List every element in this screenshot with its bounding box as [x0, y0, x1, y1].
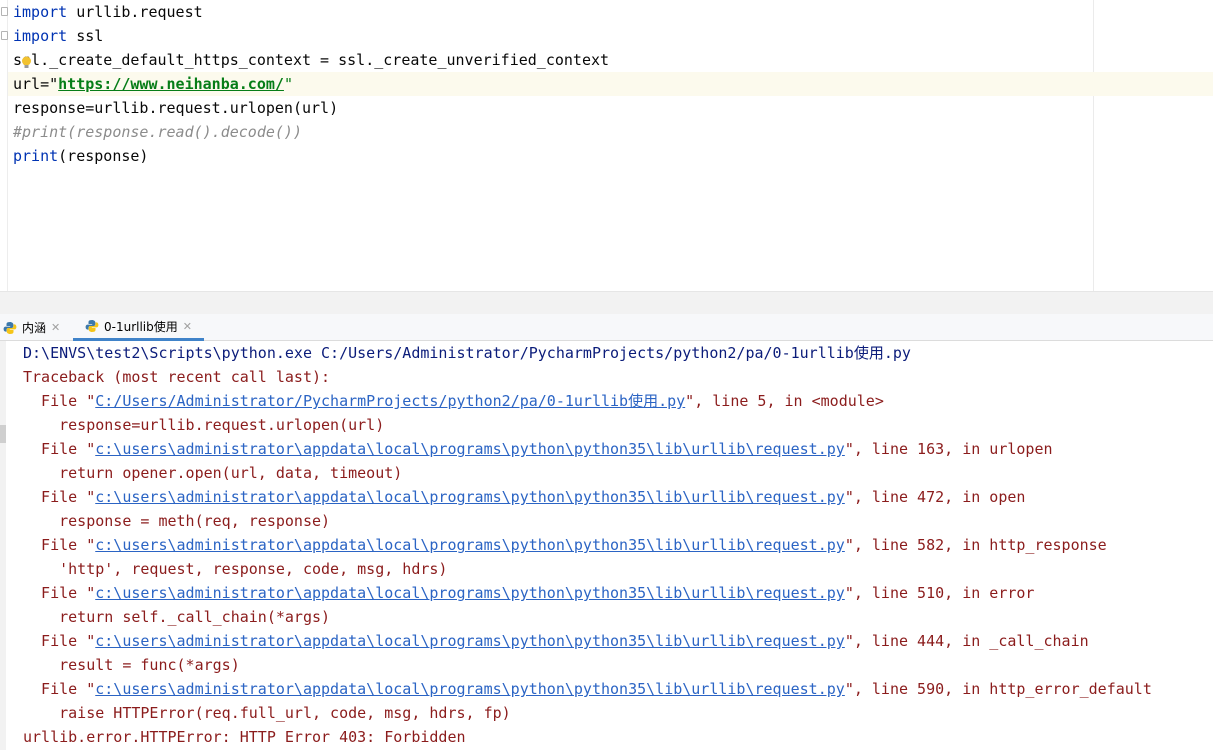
tab-neihan[interactable]: 内涵 ✕ [3, 314, 60, 341]
keyword: import [13, 27, 68, 45]
frame-suffix: ", line 590, in http_error_default [844, 680, 1152, 698]
right-margin-guide [1093, 0, 1094, 291]
frame-suffix: ", line 582, in http_response [844, 536, 1107, 554]
file-link[interactable]: c:\users\administrator\appdata\local\pro… [95, 680, 845, 698]
string-quote: " [283, 75, 293, 93]
close-icon[interactable]: ✕ [51, 321, 60, 334]
code-line-2[interactable]: import ssl [13, 24, 103, 48]
code-text: (response) [58, 147, 149, 165]
code-text: response=urllib.request.urlopen(url) [13, 99, 339, 117]
frame-suffix: ", line 163, in urlopen [844, 440, 1053, 458]
frame-suffix: ", line 510, in error [844, 584, 1035, 602]
code-text: urllib.request [67, 3, 203, 21]
code-text: ssl._create_default_https_context = ssl.… [13, 51, 610, 69]
console-command-line: D:\ENVS\test2\Scripts\python.exe C:/User… [23, 344, 911, 362]
traceback-frame: File "c:\users\administrator\appdata\loc… [23, 437, 1053, 461]
code-line-6[interactable]: #print(response.read().decode()) [13, 120, 302, 144]
frame-suffix: ", line 444, in _call_chain [844, 632, 1089, 650]
panel-splitter[interactable] [0, 291, 1213, 314]
error-message: urllib.error.HTTPError: HTTP Error 403: … [23, 728, 466, 746]
tab-label: 0-1urllib使用 [104, 319, 178, 334]
tab-label: 内涵 [22, 321, 47, 335]
console-scroll-thumb[interactable] [0, 425, 6, 443]
code-line-1[interactable]: import urllib.request [13, 0, 203, 24]
editor-gutter [0, 0, 8, 291]
frame-prefix: File " [23, 680, 96, 698]
python-icon [85, 320, 99, 332]
code-line-3[interactable]: ssl._create_default_https_context = ssl.… [13, 48, 609, 72]
traceback-code: return opener.open(url, data, timeout) [23, 464, 403, 482]
traceback-frame: File "c:\users\administrator\appdata\loc… [23, 677, 1152, 701]
file-link[interactable]: c:\users\administrator\appdata\local\pro… [95, 440, 845, 458]
python-icon [3, 321, 17, 334]
file-link[interactable]: c:\users\administrator\appdata\local\pro… [95, 584, 845, 602]
traceback-code: response=urllib.request.urlopen(url) [23, 416, 385, 434]
traceback-code: result = func(*args) [23, 656, 240, 674]
code-editor[interactable]: import urllib.request import ssl ssl._cr… [0, 0, 1213, 291]
tab-urllib[interactable]: 0-1urllib使用 ✕ [73, 314, 204, 341]
code-text: ssl [67, 27, 104, 45]
frame-prefix: File " [23, 632, 96, 650]
intention-bulb-icon[interactable] [21, 56, 32, 69]
keyword: import [13, 3, 68, 21]
traceback-code: return self._call_chain(*args) [23, 608, 331, 626]
fold-icon[interactable] [1, 7, 8, 16]
frame-prefix: File " [23, 488, 96, 506]
file-link[interactable]: C:/Users/Administrator/PycharmProjects/p… [95, 392, 685, 410]
comment-text: #print(response.read().decode()) [13, 123, 302, 141]
console-gutter [0, 341, 6, 750]
frame-prefix: File " [23, 440, 96, 458]
traceback-frame: File "C:/Users/Administrator/PycharmProj… [23, 389, 884, 413]
frame-prefix: File " [23, 536, 96, 554]
code-line-7[interactable]: print(response) [13, 144, 148, 168]
traceback-frame: File "c:\users\administrator\appdata\loc… [23, 581, 1034, 605]
traceback-frame: File "c:\users\administrator\appdata\loc… [23, 629, 1089, 653]
string-url-link[interactable]: https://www.neihanba.com/ [58, 75, 284, 93]
close-icon[interactable]: ✕ [183, 320, 192, 333]
code-line-4[interactable]: url="https://www.neihanba.com/" [13, 72, 293, 96]
code-line-5[interactable]: response=urllib.request.urlopen(url) [13, 96, 338, 120]
file-link[interactable]: c:\users\administrator\appdata\local\pro… [95, 536, 845, 554]
traceback-code: 'http', request, response, code, msg, hd… [23, 560, 448, 578]
run-console[interactable]: D:\ENVS\test2\Scripts\python.exe C:/User… [0, 341, 1213, 750]
traceback-frame: File "c:\users\administrator\appdata\loc… [23, 485, 1025, 509]
traceback-header: Traceback (most recent call last): [23, 368, 331, 386]
code-text: url=" [13, 75, 59, 93]
frame-suffix: ", line 472, in open [844, 488, 1026, 506]
keyword: print [13, 147, 59, 165]
file-link[interactable]: c:\users\administrator\appdata\local\pro… [95, 488, 845, 506]
frame-suffix: ", line 5, in <module> [685, 392, 884, 410]
traceback-code: response = meth(req, response) [23, 512, 331, 530]
frame-prefix: File " [23, 392, 96, 410]
fold-icon[interactable] [1, 31, 8, 40]
traceback-frame: File "c:\users\administrator\appdata\loc… [23, 533, 1107, 557]
file-link[interactable]: c:\users\administrator\appdata\local\pro… [95, 632, 845, 650]
frame-prefix: File " [23, 584, 96, 602]
run-tabs-bar: 内涵 ✕ 0-1urllib使用 ✕ [0, 314, 1213, 341]
traceback-code: raise HTTPError(req.full_url, code, msg,… [23, 704, 511, 722]
